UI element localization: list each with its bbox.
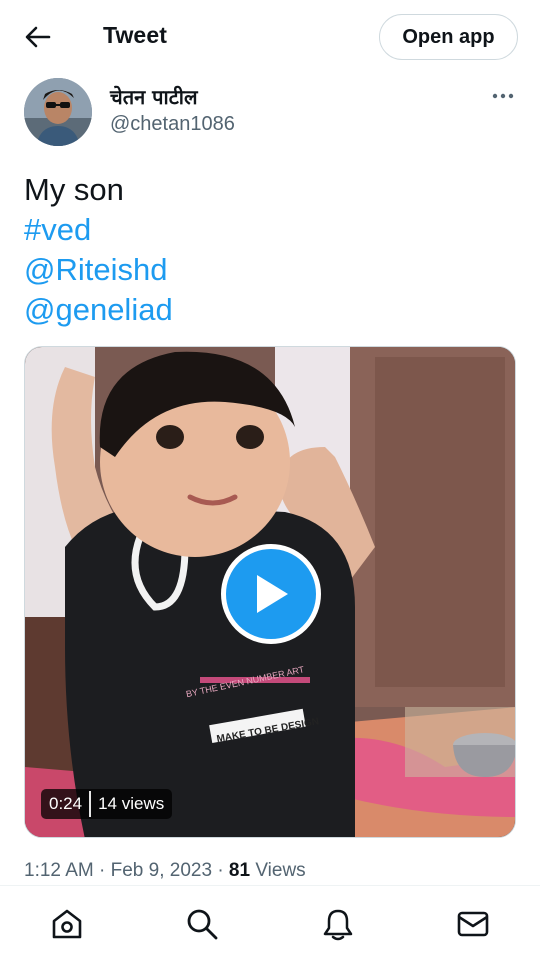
- more-horizontal-icon: [492, 93, 514, 99]
- separator-dot: ·: [217, 860, 224, 881]
- more-options-button[interactable]: [486, 84, 520, 108]
- video-info-badge: 0:24 14 views: [41, 789, 173, 819]
- author-display-name[interactable]: चेतन पाटील: [110, 83, 198, 110]
- search-icon: [187, 909, 218, 940]
- open-app-button[interactable]: Open app: [379, 14, 518, 60]
- arrow-left-icon: [25, 26, 51, 48]
- play-icon: [257, 575, 288, 613]
- tweet-author: चेतन पाटील @chetan1086: [24, 78, 520, 148]
- notifications-bell-icon: [323, 909, 353, 941]
- messages-mail-icon: [457, 911, 489, 937]
- nav-messages-button[interactable]: [453, 904, 493, 944]
- tweet-time[interactable]: 1:12 AM: [24, 860, 94, 881]
- divider: [89, 791, 92, 817]
- author-handle[interactable]: @chetan1086: [110, 113, 235, 136]
- video-player[interactable]: BY THE EVEN NUMBER ART MAKE TO BE DESIGN…: [24, 346, 516, 838]
- video-view-count: 14 views: [98, 794, 165, 813]
- tweet-text-line: My son: [24, 172, 124, 207]
- avatar[interactable]: [24, 78, 92, 146]
- back-button[interactable]: [18, 20, 58, 54]
- video-duration: 0:24: [49, 794, 83, 813]
- play-button[interactable]: [221, 544, 321, 644]
- home-icon: [52, 909, 82, 939]
- separator-dot: ·: [99, 860, 106, 881]
- views-label: Views: [255, 860, 306, 881]
- tweet-text: My son #ved @Riteishd @geneliad: [24, 170, 514, 330]
- page-title: Tweet: [103, 22, 167, 48]
- hashtag-link[interactable]: #ved: [24, 210, 514, 250]
- avatar-image: [24, 78, 92, 146]
- tweet-timestamp: 1:12 AM · Feb 9, 2023 · 81 Views: [24, 860, 306, 882]
- view-count: 81: [228, 860, 251, 881]
- mention-link[interactable]: @Riteishd: [24, 250, 514, 290]
- tweet-date[interactable]: Feb 9, 2023: [111, 860, 212, 881]
- nav-search-button[interactable]: [182, 904, 222, 944]
- bottom-navigation: [0, 885, 540, 960]
- nav-notifications-button[interactable]: [318, 904, 358, 944]
- top-bar: Tweet Open app: [0, 0, 540, 74]
- mention-link[interactable]: @geneliad: [24, 290, 514, 330]
- nav-home-button[interactable]: [47, 904, 87, 944]
